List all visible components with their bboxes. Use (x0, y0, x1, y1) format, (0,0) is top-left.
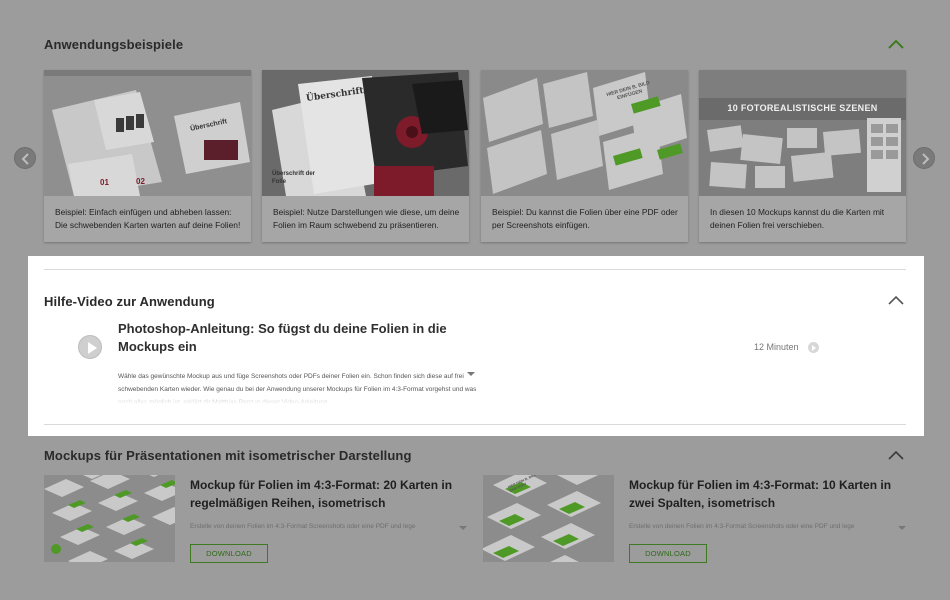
product-title[interactable]: Mockup für Folien im 4:3-Format: 10 Kart… (629, 476, 897, 512)
help-video-panel: Hilfe-Video zur Anwendung Photoshop-Anle… (28, 256, 924, 436)
expand-caret-icon[interactable] (459, 526, 467, 530)
thumb-number: 01 (100, 178, 109, 187)
expand-caret-icon[interactable] (898, 526, 906, 530)
example-card[interactable]: HIER DEIN B. BILD EINFÜGEN Beispiel: Du … (481, 70, 688, 242)
example-card-caption: Beispiel: Du kannst die Folien über eine… (492, 207, 678, 230)
help-section-title: Hilfe-Video zur Anwendung (44, 294, 215, 309)
download-button[interactable]: DOWNLOAD (190, 544, 268, 563)
iso-section-title: Mockups für Präsentationen mit isometris… (44, 448, 412, 463)
chevron-left-icon (21, 153, 29, 165)
example-card-caption: Beispiel: Einfach einfügen und abheben l… (55, 207, 241, 230)
play-icon[interactable] (78, 335, 102, 359)
product-title[interactable]: Mockup für Folien im 4:3-Format: 20 Kart… (190, 476, 458, 512)
description-fade (118, 390, 488, 404)
chevron-up-icon[interactable] (888, 39, 904, 49)
examples-section-title: Anwendungsbeispiele (44, 37, 184, 52)
product-thumbnail[interactable] (44, 475, 175, 562)
product-description: Erstelle von deinen Folien im 4:3-Format… (190, 523, 416, 530)
thumb-headline: 10 FOTOREALISTISCHE SZENEN (727, 103, 878, 113)
expand-caret-icon[interactable] (467, 372, 475, 376)
example-card-caption: Beispiel: Nutze Darstellungen wie diese,… (273, 207, 460, 230)
example-card-image: 10 FOTOREALISTISCHE SZENEN (699, 70, 906, 196)
download-button[interactable]: DOWNLOAD (629, 544, 707, 563)
example-card-image: 01 02 Überschrift (44, 70, 251, 196)
chevron-up-icon[interactable] (888, 450, 904, 460)
play-small-icon[interactable] (808, 342, 819, 353)
chevron-right-icon (922, 153, 930, 165)
thumb-number: 02 (136, 177, 145, 186)
chevron-up-icon[interactable] (888, 295, 904, 305)
divider (44, 269, 906, 270)
thumb-subheading: Überschrift der Folie (272, 171, 316, 185)
product-thumbnail[interactable]: HIER DEIN B. BILD EINFÜGEN (483, 475, 614, 562)
example-card[interactable]: 10 FOTOREALISTISCHE SZENEN In diesen 10 … (699, 70, 906, 242)
video-duration: 12 Minuten (754, 342, 799, 352)
example-card[interactable]: Überschrift Überschrift der Folie Beispi… (262, 70, 469, 242)
example-card[interactable]: 01 02 Überschrift Beispiel: Einfach einf… (44, 70, 251, 242)
product-description: Erstelle von deinen Folien im 4:3-Format… (629, 523, 855, 530)
example-card-caption: In diesen 10 Mockups kannst du die Karte… (710, 207, 885, 230)
carousel-next-button[interactable] (913, 147, 935, 169)
carousel-prev-button[interactable] (14, 147, 36, 169)
divider (44, 424, 906, 425)
example-card-image: HIER DEIN B. BILD EINFÜGEN (481, 70, 688, 196)
example-card-image: Überschrift Überschrift der Folie (262, 70, 469, 196)
video-title[interactable]: Photoshop-Anleitung: So fügst du deine F… (118, 320, 488, 356)
